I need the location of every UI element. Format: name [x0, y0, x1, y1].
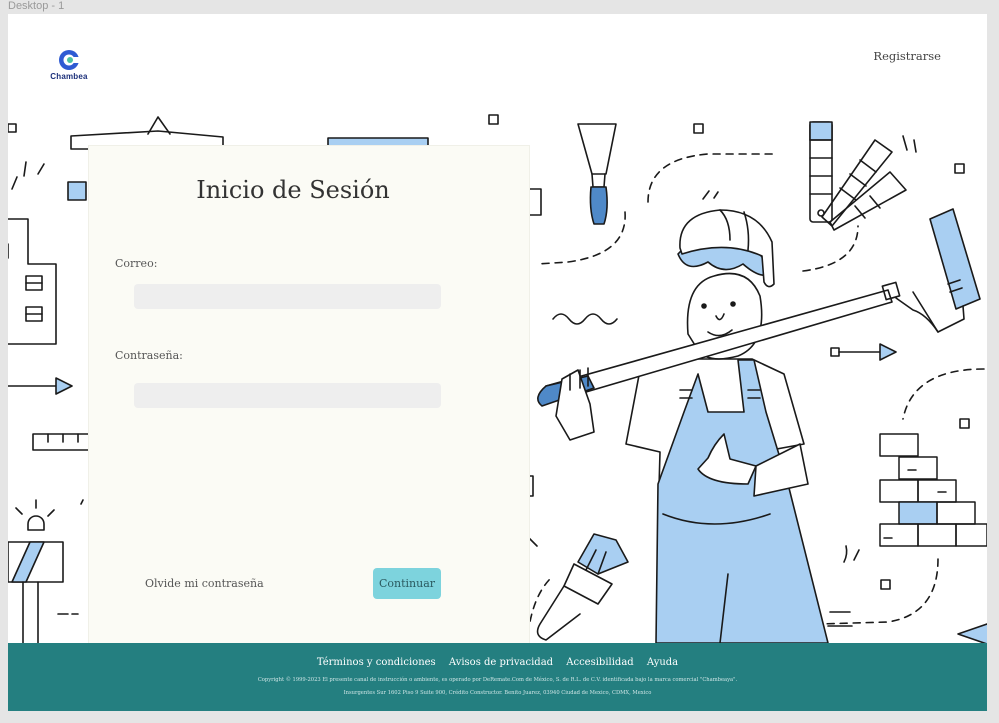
footer-address: Insurgentes Sur 1602 Piso 9 Suite 900, C…	[343, 690, 652, 696]
password-field[interactable]	[134, 383, 441, 408]
frame-label: Desktop - 1	[8, 0, 65, 12]
help-link[interactable]: Ayuda	[647, 657, 678, 668]
logo-text: Chambea	[50, 72, 88, 81]
footer: Términos y condiciones Avisos de privaci…	[8, 643, 987, 711]
password-label: Contraseña:	[115, 349, 183, 362]
footer-links: Términos y condiciones Avisos de privaci…	[8, 657, 987, 668]
accessibility-link[interactable]: Accesibilidad	[566, 657, 633, 668]
login-card: Inicio de Sesión Correo: Contraseña: Olv…	[89, 146, 529, 643]
footer-copyright: Copyright © 1999-2023 El presente canal …	[257, 677, 738, 683]
terms-link[interactable]: Términos y condiciones	[317, 657, 436, 668]
continue-button[interactable]: Continuar	[373, 568, 441, 599]
register-link[interactable]: Registrarse	[873, 49, 941, 63]
forgot-password-link[interactable]: Olvide mi contraseña	[145, 577, 264, 590]
login-title: Inicio de Sesión	[196, 176, 390, 204]
email-label: Correo:	[115, 257, 158, 270]
email-field[interactable]	[134, 284, 441, 309]
privacy-link[interactable]: Avisos de privacidad	[449, 657, 553, 668]
chambea-logo[interactable]: Chambea	[46, 48, 92, 82]
logo-mark-icon	[59, 50, 81, 70]
desktop-frame: Chambea Registrarse Inicio de Sesión Cor…	[8, 14, 987, 711]
